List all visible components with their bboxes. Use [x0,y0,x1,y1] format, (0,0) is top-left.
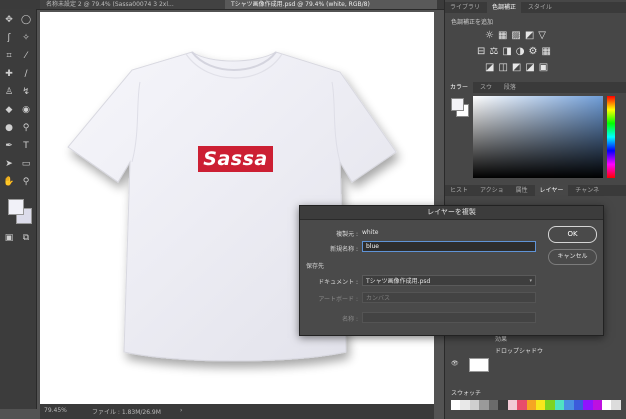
logo-box: Sassa [198,146,273,172]
artboard-select: カンバス [362,292,536,303]
type-tool-icon[interactable]: T [18,139,34,153]
screen-mode-icon[interactable]: ⧉ [18,231,34,245]
paint-bucket-tool-icon[interactable]: ◉ [18,103,34,117]
ok-button[interactable]: OK [548,226,597,243]
destination-label: 保存先 [306,263,325,270]
swatch-10[interactable] [545,400,555,410]
artboard-label: アートボード : [318,296,358,303]
tab-channels[interactable]: チャンネ [570,185,604,196]
swatches-title: スウォッチ [451,390,482,397]
cancel-button[interactable]: キャンセル [548,249,597,265]
file-size-info: ファイル : 1.83M/26.9M [92,409,161,416]
swatch-9[interactable] [535,400,546,410]
swatch-17[interactable] [611,400,621,410]
layer-thumbnail[interactable] [469,358,489,372]
source-label: 複製元 : [336,231,358,238]
tab-properties[interactable]: 属性 [511,185,533,196]
swatch-3[interactable] [479,400,489,410]
eyedropper-tool-icon[interactable]: ⁄ [18,49,34,63]
swatch-12[interactable] [564,400,574,410]
swatch-6[interactable] [507,400,518,410]
adjustment-icons-row-2[interactable]: ⊟⚖◨◑⚙▦ [477,46,555,57]
eraser-tool-icon[interactable]: ◆ [1,103,17,117]
swatch-1[interactable] [460,400,470,410]
color-panel-tabs: カラー スウ 段落 [445,82,626,93]
status-menu-arrow[interactable]: › [180,407,182,414]
new-name-input[interactable] [362,241,536,252]
adjustment-icons-row-1[interactable]: ☼▦▨◩▽ [485,30,550,41]
duplicate-layer-dialog: レイヤーを複製 複製元 : white 新規名称 : 保存先 ドキュメント : … [299,205,604,336]
document-label: ドキュメント : [318,279,358,286]
swatch-7[interactable] [517,400,527,410]
logo-text: Sassa [203,148,268,170]
rectangle-tool-icon[interactable]: ▭ [18,157,34,171]
tab-actions[interactable]: アクショ [475,185,509,196]
layer-drop-shadow-label[interactable]: ドロップシャドウ [495,346,543,355]
swatches-grid[interactable] [451,400,621,410]
tab-color[interactable]: カラー [445,82,474,93]
swatch-4[interactable] [488,400,499,410]
document-tab-bar: 名称未設定 2 @ 79.4% (Sassa00074 3 2xl... Tシャ… [0,0,445,10]
color-picker-field[interactable] [473,96,603,178]
path-selection-tool-icon[interactable]: ➤ [1,157,17,171]
history-brush-tool-icon[interactable]: ↯ [18,85,34,99]
hue-slider[interactable] [607,96,615,178]
zoom-level[interactable]: 79.45% [44,407,67,414]
name-label: 名称 : [342,316,358,323]
marquee-tool-icon[interactable]: ◯ [18,13,34,27]
zoom-tool-icon[interactable]: ⚲ [18,175,34,189]
adjustment-icons-row-3[interactable]: ◪◫◩◪▣ [485,62,552,73]
lasso-tool-icon[interactable]: ʃ [1,31,17,45]
magic-wand-tool-icon[interactable]: ✧ [18,31,34,45]
tab-paragraph[interactable]: 段落 [499,82,521,93]
dodge-tool-icon[interactable]: ⚲ [18,121,34,135]
tab-layers[interactable]: レイヤー [534,185,569,196]
tab-styles[interactable]: スタイル [523,2,557,13]
source-value: white [362,229,379,236]
clone-stamp-tool-icon[interactable]: ♙ [1,85,17,99]
eye-icon[interactable]: 👁 [451,360,459,367]
document-tab-untitled[interactable]: 名称未設定 2 @ 79.4% (Sassa00074 3 2xl... [40,0,227,9]
blur-tool-icon[interactable]: ● [1,121,17,135]
brush-tool-icon[interactable]: ∕ [18,67,34,81]
tab-adjustments[interactable]: 色調補正 [486,2,521,13]
hand-tool-icon[interactable]: ✋ [1,175,17,189]
color-panel-foreground-swatch[interactable] [451,98,464,111]
tab-history[interactable]: ヒスト [445,185,473,196]
crop-tool-icon[interactable]: ⌗ [1,49,17,63]
tab-swatches[interactable]: スウ [475,82,497,93]
swatch-5[interactable] [498,400,508,410]
name-input-disabled [362,312,536,323]
foreground-color-swatch[interactable] [8,199,24,215]
layers-panel-tabs: ヒスト アクショ 属性 レイヤー チャンネ パス [445,185,626,205]
adjustments-title: 色調補正を追加 [451,19,494,26]
healing-brush-tool-icon[interactable]: ✚ [1,67,17,81]
new-name-label: 新規名称 : [330,246,358,253]
swatch-11[interactable] [554,400,565,410]
swatch-2[interactable] [469,400,480,410]
document-select-value: Tシャツ画像作成用.psd [366,278,431,285]
tab-libraries[interactable]: ライブラリ [445,2,485,13]
quick-mask-icon[interactable]: ▣ [1,231,17,245]
swatch-8[interactable] [526,400,536,410]
chevron-down-icon: ▾ [529,278,532,284]
document-select[interactable]: Tシャツ画像作成用.psd ▾ [362,275,536,286]
document-tab-tshirt[interactable]: Tシャツ画像作成用.psd @ 79.4% (white, RGB/8) [225,0,437,9]
artboard-select-value: カンバス [366,295,391,302]
tools-panel: ✥ ◯ ʃ ✧ ⌗ ⁄ ✚ ∕ ♙ ↯ ◆ ◉ ● ⚲ ✒ T ➤ ▭ ✋ ⚲ … [0,9,37,409]
dialog-title: レイヤーを複製 [300,206,603,220]
libraries-panel-tabs: ライブラリ 色調補正 スタイル [445,2,626,13]
swatch-13[interactable] [573,400,584,410]
swatch-0[interactable] [451,400,461,410]
pen-tool-icon[interactable]: ✒ [1,139,17,153]
move-tool-icon[interactable]: ✥ [1,13,17,27]
swatch-16[interactable] [602,400,612,410]
swatch-14[interactable] [583,400,593,410]
status-bar: 79.45% ファイル : 1.83M/26.9M › [40,404,434,419]
swatch-15[interactable] [592,400,602,410]
